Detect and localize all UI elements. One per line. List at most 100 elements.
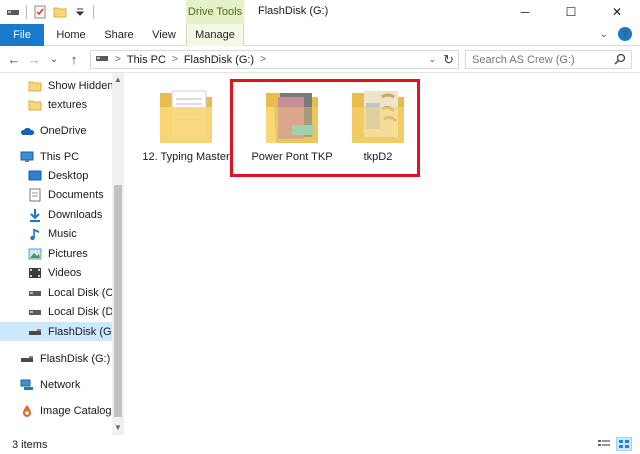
navigation-pane: Show Hidden F textures OneDrive This PC … — [0, 73, 124, 435]
view-toggle-group — [596, 437, 632, 451]
sidebar-item-label: Local Disk (D:) — [48, 305, 112, 318]
details-view-icon[interactable] — [596, 437, 612, 451]
scroll-down-icon[interactable]: ▼ — [114, 423, 122, 432]
sidebar-item-label: This PC — [40, 150, 80, 163]
folder-documents-icon — [160, 90, 212, 143]
folder-icon — [28, 98, 42, 112]
search-input[interactable]: Search AS Crew (G:) — [465, 50, 632, 69]
forward-arrow-icon[interactable]: → — [26, 51, 42, 67]
ribbon-tabs: File Home Share View Manage ⌄ ? — [0, 24, 640, 46]
sidebar-item-videos[interactable]: Videos — [0, 263, 112, 282]
breadcrumb-separator-icon[interactable]: > — [172, 54, 178, 65]
sidebar-item-flashdisk-selected[interactable]: FlashDisk (G:) — [0, 322, 112, 341]
status-bar: 3 items — [0, 435, 640, 454]
sidebar-item-label: textures — [48, 98, 88, 111]
sidebar-item-desktop[interactable]: Desktop — [0, 166, 112, 185]
file-name: 12. Typing Master — [142, 151, 230, 163]
refresh-icon[interactable]: ↻ — [443, 52, 454, 68]
back-arrow-icon[interactable]: ← — [6, 51, 22, 67]
large-icons-view-icon[interactable] — [616, 437, 632, 451]
usb-drive-icon — [28, 325, 42, 339]
sidebar-item-label: OneDrive — [40, 124, 87, 137]
annotation-highlight-box — [230, 79, 420, 177]
search-placeholder: Search AS Crew (G:) — [472, 53, 575, 66]
sidebar-item-label: FlashDisk (G:) — [40, 352, 111, 365]
navigation-bar: ← → ⌄ ↑ > This PC > FlashDisk (G:) > ⌄ ↻… — [0, 47, 640, 73]
breadcrumb-this-pc[interactable]: This PC — [127, 54, 166, 66]
file-list: 12. Typing Master Power Pont TKP tkpD2 — [124, 73, 640, 435]
address-dropdown-icon[interactable]: ⌄ — [428, 54, 436, 65]
downloads-icon — [28, 208, 42, 222]
sidebar-item-documents[interactable]: Documents — [0, 185, 112, 204]
sidebar-item-label: Music — [48, 227, 77, 240]
sidebar-item-label: Desktop — [48, 169, 89, 182]
drive-icon — [28, 305, 42, 319]
sidebar-item-image-catalog[interactable]: Image Catalog — [0, 401, 112, 420]
sidebar-item-label: Show Hidden F — [48, 79, 112, 92]
tab-share[interactable]: Share — [98, 24, 140, 46]
sidebar-scrollbar[interactable]: ▲ ▼ — [112, 73, 124, 435]
scroll-up-icon[interactable]: ▲ — [114, 75, 122, 84]
sidebar-item-label: Image Catalog — [40, 404, 112, 417]
sidebar-item-local-disk-c[interactable]: Local Disk (C:) — [0, 283, 112, 302]
tab-file[interactable]: File — [0, 24, 44, 46]
drive-icon — [95, 53, 109, 66]
window-controls: ─ ☐ ✕ — [502, 0, 640, 24]
this-pc-icon — [20, 150, 34, 164]
item-count: 3 items — [12, 438, 48, 451]
sidebar-item-pictures[interactable]: Pictures — [0, 244, 112, 263]
customize-dropdown-icon[interactable] — [73, 5, 87, 19]
sidebar-item-network[interactable]: Network — [0, 375, 112, 394]
drive-icon — [28, 286, 42, 300]
sidebar-item-downloads[interactable]: Downloads — [0, 205, 112, 224]
recent-locations-icon[interactable]: ⌄ — [46, 51, 62, 67]
window-title: FlashDisk (G:) — [258, 5, 329, 17]
breadcrumb-separator-icon[interactable]: > — [260, 54, 266, 65]
help-icon[interactable]: ? — [618, 27, 632, 41]
sidebar-item-this-pc[interactable]: This PC — [0, 147, 112, 166]
sidebar-item-show-hidden[interactable]: Show Hidden F — [0, 76, 112, 95]
breadcrumb-separator-icon[interactable]: > — [115, 54, 121, 65]
new-folder-icon[interactable] — [53, 5, 67, 19]
sidebar-item-label: Local Disk (C:) — [48, 286, 112, 299]
tab-manage[interactable]: Manage — [186, 24, 244, 46]
ribbon-controls: ⌄ ? — [600, 27, 632, 41]
image-catalog-icon — [20, 404, 34, 418]
usb-drive-icon — [20, 352, 34, 366]
sidebar-item-label: Videos — [48, 266, 82, 279]
drive-tools-context-label: Drive Tools — [186, 0, 244, 24]
scrollbar-thumb[interactable] — [114, 185, 122, 417]
properties-icon[interactable] — [33, 5, 47, 19]
sidebar-item-onedrive[interactable]: OneDrive — [0, 121, 112, 140]
drive-icon[interactable] — [6, 5, 20, 19]
title-bar: Drive Tools FlashDisk (G:) ─ ☐ ✕ — [0, 0, 640, 24]
documents-icon — [28, 188, 42, 202]
sidebar-item-music[interactable]: Music — [0, 224, 112, 243]
toolbar-separator — [26, 5, 27, 19]
sidebar-item-flashdisk[interactable]: FlashDisk (G:) — [0, 349, 112, 368]
sidebar-item-textures[interactable]: textures — [0, 95, 112, 114]
desktop-icon — [28, 169, 42, 183]
file-item-typing-master[interactable]: 12. Typing Master — [138, 85, 234, 175]
expand-ribbon-icon[interactable]: ⌄ — [600, 29, 608, 40]
breadcrumb-flashdisk[interactable]: FlashDisk (G:) — [184, 54, 254, 66]
minimize-button[interactable]: ─ — [502, 0, 548, 24]
music-icon — [28, 227, 42, 241]
maximize-button[interactable]: ☐ — [548, 0, 594, 24]
network-icon — [20, 378, 34, 392]
folder-icon — [28, 79, 42, 93]
sidebar-item-local-disk-d[interactable]: Local Disk (D:) — [0, 302, 112, 321]
toolbar-separator — [93, 5, 94, 19]
up-arrow-icon[interactable]: ↑ — [66, 51, 82, 67]
sidebar-item-label: Pictures — [48, 247, 88, 260]
sidebar-item-label: Downloads — [48, 208, 103, 221]
tab-view[interactable]: View — [146, 24, 182, 46]
address-bar[interactable]: > This PC > FlashDisk (G:) > ⌄ ↻ — [90, 50, 459, 69]
sidebar-item-label: Documents — [48, 188, 104, 201]
close-button[interactable]: ✕ — [594, 0, 640, 24]
tab-home[interactable]: Home — [50, 24, 92, 46]
sidebar-item-label: Network — [40, 378, 81, 391]
search-icon — [614, 53, 626, 68]
sidebar-item-label: FlashDisk (G:) — [48, 325, 112, 338]
videos-icon — [28, 266, 42, 280]
